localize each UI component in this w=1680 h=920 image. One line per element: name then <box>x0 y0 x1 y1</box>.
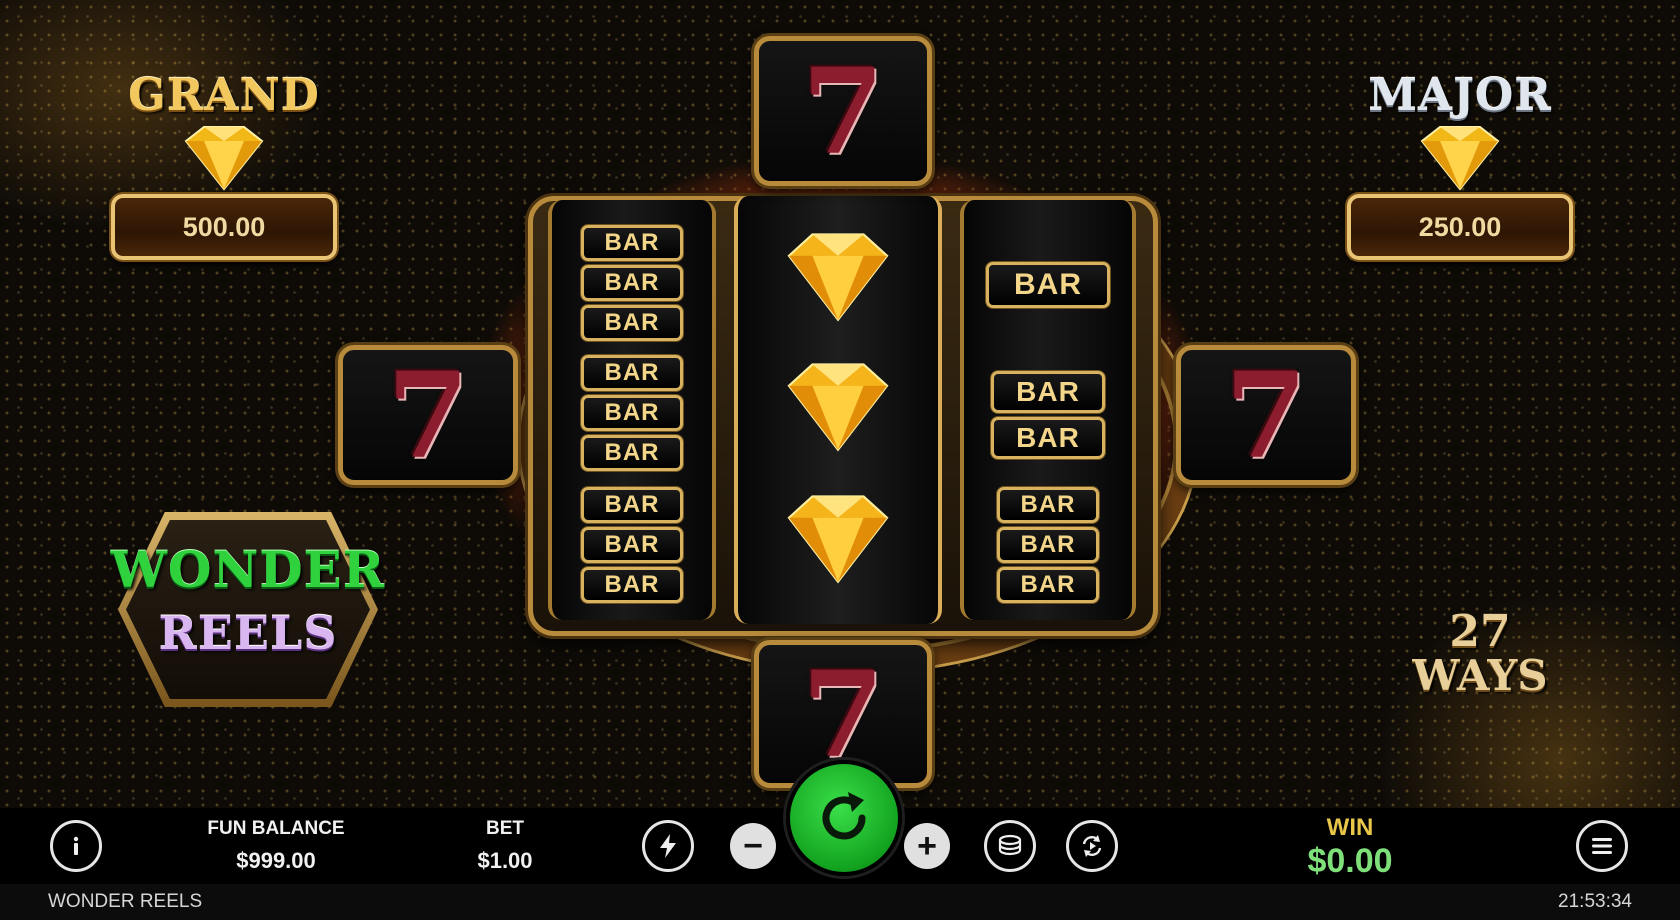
game-title: WONDER REELS <box>48 891 203 912</box>
footer-bar: WONDER REELS 21:53:34 <box>0 884 1680 920</box>
bar-symbol: BAR <box>581 395 683 431</box>
menu-button[interactable] <box>1576 820 1628 872</box>
info-button[interactable] <box>50 820 102 872</box>
ways-badge: 27 WAYS <box>1380 610 1580 698</box>
bar-symbol: BAR <box>997 487 1099 523</box>
diamond-icon <box>1420 126 1500 191</box>
turbo-button[interactable] <box>642 820 694 872</box>
reel-symbol-diamond <box>738 478 938 598</box>
logo-word-wonder: WONDER <box>110 540 386 599</box>
bar-symbol: BAR <box>991 417 1105 459</box>
reel-symbol-diamond <box>738 216 938 336</box>
reel-symbol-double-bar: BAR BAR <box>964 360 1132 470</box>
seven-symbol: 7 <box>801 41 885 181</box>
bar-symbol: BAR <box>581 527 683 563</box>
seven-symbol: 7 <box>386 345 470 485</box>
bar-symbol: BAR <box>997 567 1099 603</box>
diamond-icon <box>184 126 264 191</box>
game-logo: WONDER REELS <box>98 512 398 707</box>
bet-label: BET <box>486 818 524 839</box>
win-label: WIN <box>1326 814 1374 841</box>
bar-symbol: BAR <box>581 305 683 341</box>
ways-label: WAYS <box>1412 651 1548 700</box>
reel-symbol-diamond <box>738 346 938 466</box>
lightning-icon <box>660 834 676 858</box>
bar-symbol: BAR <box>581 487 683 523</box>
grand-jackpot-title: GRAND <box>128 70 320 121</box>
side-reel-top: 7 <box>754 36 932 186</box>
seven-symbol: 7 <box>1224 345 1308 485</box>
bar-symbol: BAR <box>991 371 1105 413</box>
spin-button[interactable] <box>786 760 902 876</box>
autoplay-button[interactable] <box>1066 820 1118 872</box>
reel-left: BAR BAR BAR BAR BAR BAR BAR BAR BAR <box>548 200 716 620</box>
grand-jackpot: GRAND 500.00 <box>104 70 344 260</box>
logo-word-reels: REELS <box>158 606 338 660</box>
bar-symbol: BAR <box>581 567 683 603</box>
bar-symbol: BAR <box>581 435 683 471</box>
bet-value: $1.00 <box>477 848 533 873</box>
balance-value: $999.00 <box>236 848 316 873</box>
reel-symbol-triple-bar: BAR BAR BAR <box>552 487 712 603</box>
bet-decrease-button[interactable]: − <box>730 823 776 869</box>
bar-symbol: BAR <box>986 262 1110 308</box>
spin-arrow-icon <box>822 792 866 840</box>
bar-symbol: BAR <box>997 527 1099 563</box>
reel-center <box>734 196 942 624</box>
diamond-icon <box>787 363 889 452</box>
side-reel-right: 7 <box>1176 345 1356 485</box>
balance-label: FUN BALANCE <box>207 818 345 839</box>
coin-stack-icon <box>998 834 1022 856</box>
diamond-icon <box>787 495 889 584</box>
hamburger-menu-icon <box>1592 838 1612 854</box>
autoplay-icon <box>1082 835 1102 857</box>
coin-value-button[interactable] <box>984 820 1036 872</box>
bar-symbol: BAR <box>581 265 683 301</box>
reel-right: BAR BAR BAR BAR BAR BAR <box>960 200 1136 620</box>
reel-symbol-triple-bar: BAR BAR BAR <box>964 487 1132 603</box>
major-jackpot: MAJOR 250.00 <box>1340 70 1580 260</box>
side-reel-left: 7 <box>338 345 518 485</box>
reel-symbol-triple-bar: BAR BAR BAR <box>552 355 712 471</box>
bet-increase-button[interactable]: + <box>904 823 950 869</box>
reel-symbol-single-bar: BAR <box>964 230 1132 340</box>
bar-symbol: BAR <box>581 225 683 261</box>
grand-jackpot-value: 500.00 <box>111 194 337 260</box>
major-jackpot-value: 250.00 <box>1347 194 1573 260</box>
clock: 21:53:34 <box>1558 891 1632 912</box>
game-scene: GRAND 500.00 MAJOR 250.00 BAR BAR BAR BA… <box>0 0 1680 808</box>
bar-symbol: BAR <box>581 355 683 391</box>
win-value: $0.00 <box>1307 842 1393 880</box>
diamond-icon <box>787 233 889 322</box>
ways-number: 27 <box>1449 606 1511 657</box>
major-jackpot-title: MAJOR <box>1368 70 1552 121</box>
reel-symbol-triple-bar: BAR BAR BAR <box>552 225 712 341</box>
info-icon <box>73 836 79 855</box>
